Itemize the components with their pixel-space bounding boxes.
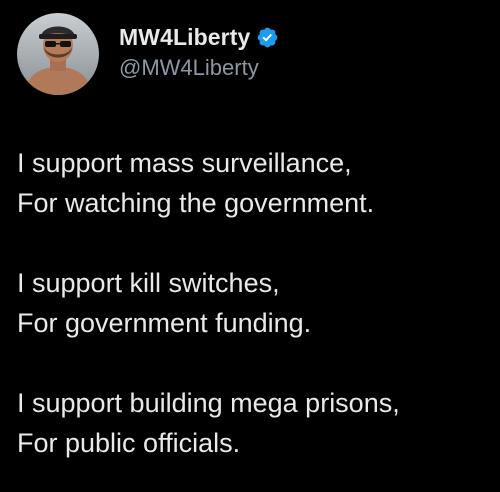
- tweet-line: I support kill switches,: [17, 268, 280, 298]
- avatar[interactable]: [17, 13, 99, 95]
- tweet-line: For public officials.: [17, 428, 241, 458]
- tweet-line: For watching the government.: [17, 188, 375, 218]
- tweet-line: I support building mega prisons,: [17, 388, 400, 418]
- tweet-line: For government funding.: [17, 308, 312, 338]
- tweet-text: I support mass surveillance, For watchin…: [17, 143, 487, 463]
- author-handle[interactable]: @MW4Liberty: [119, 55, 279, 81]
- verified-badge-icon: [256, 26, 279, 49]
- tweet-header: MW4Liberty @MW4Liberty: [17, 13, 279, 95]
- display-name[interactable]: MW4Liberty: [119, 24, 250, 51]
- tweet-paragraph: I support mass surveillance, For watchin…: [17, 143, 487, 223]
- tweet-paragraph: I support building mega prisons, For pub…: [17, 383, 487, 463]
- display-name-row: MW4Liberty: [119, 24, 279, 51]
- tweet-line: I support mass surveillance,: [17, 148, 352, 178]
- author-names: MW4Liberty @MW4Liberty: [119, 24, 279, 81]
- avatar-photo: [17, 13, 99, 95]
- tweet-paragraph: I support kill switches, For government …: [17, 263, 487, 343]
- tweet-card: MW4Liberty @MW4Liberty I support mass su…: [0, 0, 500, 492]
